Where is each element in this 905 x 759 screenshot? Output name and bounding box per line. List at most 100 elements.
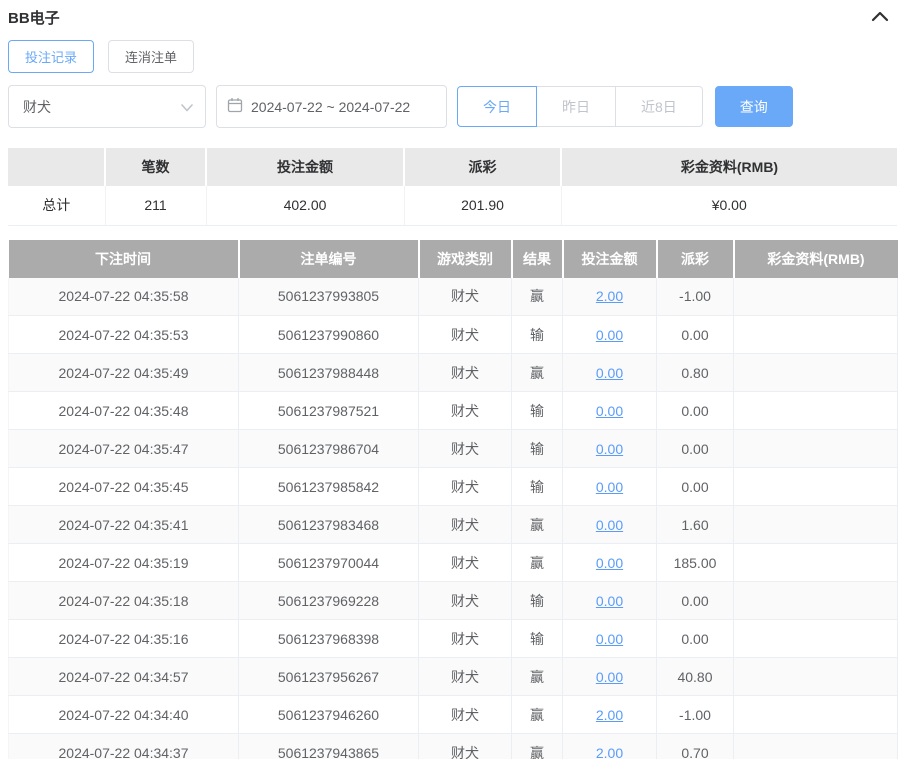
record-row: 2024-07-22 04:35:53 5061237990860 财犬输 0.00 0…: [8, 315, 898, 354]
payout-cell: -1.00: [656, 695, 734, 734]
record-row: 2024-07-22 04:35:19 5061237970044 财犬赢 0.00 1…: [8, 543, 898, 582]
search-button[interactable]: 查询: [714, 86, 793, 127]
bet-amount-cell: 0.00: [562, 581, 657, 620]
bet-amount-link[interactable]: 0.00: [596, 669, 623, 685]
bet-amount-link[interactable]: 2.00: [596, 707, 623, 723]
result-cell: 赢: [511, 543, 563, 582]
payout-cell: 0.00: [656, 467, 734, 506]
bet-amount-link[interactable]: 0.00: [596, 441, 623, 457]
bet-amount-cell: 0.00: [562, 391, 657, 430]
game-type-cell: 财犬: [418, 543, 512, 582]
bet-amount-link[interactable]: 0.00: [596, 365, 623, 381]
result-cell: 赢: [511, 657, 563, 696]
collapse-panel-button[interactable]: [869, 8, 891, 27]
game-type-cell: 财犬: [418, 505, 512, 544]
bonus-cell: [733, 581, 898, 620]
record-row: 2024-07-22 04:35:48 5061237987521 财犬输 0.00 0…: [8, 391, 898, 430]
payout-cell: 0.00: [656, 429, 734, 468]
result-cell: 赢: [511, 505, 563, 544]
record-row: 2024-07-22 04:35:18 5061237969228 财犬输 0.00 0…: [8, 581, 898, 620]
bet-amount-cell: 0.00: [562, 353, 657, 392]
game-type-cell: 财犬: [418, 353, 512, 392]
result-cell: 输: [511, 619, 563, 658]
bet-time-cell: 2024-07-22 04:34:37: [8, 733, 239, 759]
quick-date-button-group: 今日 昨日 近8日: [457, 86, 703, 127]
payout-cell: 0.80: [656, 353, 734, 392]
result-cell: 赢: [511, 733, 563, 759]
bb-electronics-panel: BB电子 投注记录 连消注单 财犬 2024-07-22 ~ 2024-07-2…: [0, 0, 905, 759]
result-cell: 赢: [511, 695, 563, 734]
game-type-cell: 财犬: [418, 581, 512, 620]
game-type-cell: 财犬: [418, 391, 512, 430]
date-range-value: 2024-07-22 ~ 2024-07-22: [251, 98, 411, 115]
game-type-cell: 财犬: [418, 695, 512, 734]
game-type-cell: 财犬: [418, 657, 512, 696]
bonus-cell: [733, 619, 898, 658]
game-type-cell: 财犬: [418, 315, 512, 354]
summary-header-bet-amount: 投注金额: [206, 148, 405, 186]
col-header-game-type: 游戏类别: [418, 239, 513, 278]
record-row: 2024-07-22 04:34:37 5061237943865 财犬赢 2.00 0…: [8, 733, 898, 759]
bet-amount-cell: 0.00: [562, 429, 657, 468]
bet-amount-link[interactable]: 0.00: [596, 327, 623, 343]
payout-cell: 40.80: [656, 657, 734, 696]
record-row: 2024-07-22 04:35:47 5061237986704 财犬输 0.00 0…: [8, 429, 898, 468]
bonus-cell: [733, 733, 898, 759]
bet-time-cell: 2024-07-22 04:35:53: [8, 315, 239, 354]
payout-cell: -1.00: [656, 277, 734, 316]
game-type-cell: 财犬: [418, 733, 512, 759]
summary-table: 笔数 投注金额 派彩 彩金资料(RMB) 总计 211 402.00 201.9…: [8, 148, 897, 226]
result-cell: 赢: [511, 353, 563, 392]
tab-cancelled-orders[interactable]: 连消注单: [108, 40, 195, 73]
bet-amount-link[interactable]: 0.00: [596, 555, 623, 571]
bet-amount-cell: 0.00: [562, 315, 657, 354]
result-cell: 输: [511, 467, 563, 506]
payout-cell: 185.00: [656, 543, 734, 582]
order-id-cell: 5061237956267: [238, 657, 419, 696]
bet-amount-link[interactable]: 2.00: [596, 288, 623, 304]
today-button[interactable]: 今日: [457, 86, 537, 127]
game-type-cell: 财犬: [418, 619, 512, 658]
bet-amount-cell: 0.00: [562, 505, 657, 544]
record-row: 2024-07-22 04:35:16 5061237968398 财犬输 0.00 0…: [8, 619, 898, 658]
record-row: 2024-07-22 04:35:49 5061237988448 财犬赢 0.00 0…: [8, 353, 898, 392]
yesterday-button[interactable]: 昨日: [536, 86, 616, 127]
game-type-select[interactable]: 财犬: [8, 85, 206, 128]
bonus-cell: [733, 391, 898, 430]
result-cell: 赢: [511, 277, 563, 316]
bet-amount-cell: 0.00: [562, 619, 657, 658]
payout-cell: 0.70: [656, 733, 734, 759]
result-cell: 输: [511, 391, 563, 430]
date-range-picker[interactable]: 2024-07-22 ~ 2024-07-22: [216, 85, 447, 128]
order-id-cell: 5061237987521: [238, 391, 419, 430]
bet-amount-cell: 2.00: [562, 277, 657, 316]
order-id-cell: 5061237968398: [238, 619, 419, 658]
bet-amount-link[interactable]: 0.00: [596, 631, 623, 647]
summary-header-empty: [8, 148, 106, 186]
record-row: 2024-07-22 04:34:57 5061237956267 财犬赢 0.00 4…: [8, 657, 898, 696]
bet-amount-link[interactable]: 0.00: [596, 403, 623, 419]
record-row: 2024-07-22 04:35:41 5061237983468 财犬赢 0.00 1…: [8, 505, 898, 544]
bet-amount-link[interactable]: 0.00: [596, 593, 623, 609]
summary-header-bonus: 彩金资料(RMB): [561, 148, 897, 186]
bet-amount-cell: 0.00: [562, 543, 657, 582]
bet-amount-link[interactable]: 2.00: [596, 745, 623, 759]
order-id-cell: 5061237946260: [238, 695, 419, 734]
bonus-cell: [733, 277, 898, 316]
bet-time-cell: 2024-07-22 04:35:19: [8, 543, 239, 582]
record-row: 2024-07-22 04:35:58 5061237993805 财犬赢 2.00 -…: [8, 277, 898, 316]
bet-amount-cell: 0.00: [562, 657, 657, 696]
bet-amount-link[interactable]: 0.00: [596, 479, 623, 495]
tabs-bar: 投注记录 连消注单: [8, 40, 897, 73]
panel-header: BB电子: [8, 4, 897, 30]
tab-bet-records[interactable]: 投注记录: [8, 40, 95, 73]
bet-time-cell: 2024-07-22 04:35:45: [8, 467, 239, 506]
bonus-cell: [733, 467, 898, 506]
filter-bar: 财犬 2024-07-22 ~ 2024-07-22 今日 昨日 近8日 查询: [8, 85, 897, 128]
bet-amount-link[interactable]: 0.00: [596, 517, 623, 533]
last-8-days-button[interactable]: 近8日: [615, 86, 703, 127]
bonus-cell: [733, 315, 898, 354]
summary-total-bet-amount: 402.00: [206, 186, 405, 226]
order-id-cell: 5061237983468: [238, 505, 419, 544]
col-header-order-id: 注单编号: [238, 239, 420, 278]
